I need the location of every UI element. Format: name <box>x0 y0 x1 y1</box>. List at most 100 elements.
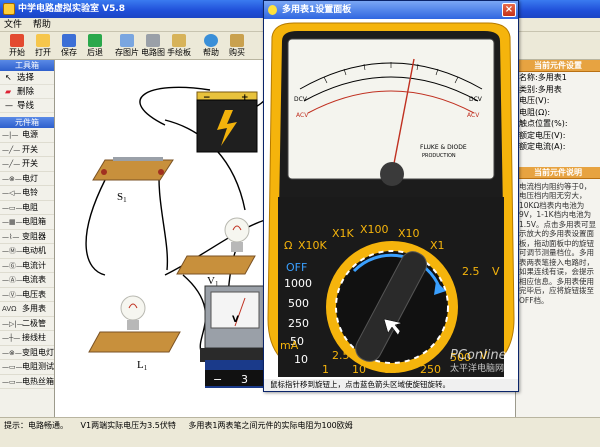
component-item[interactable]: —▷|—二极管 <box>0 317 54 331</box>
svg-text:DCV: DCV <box>469 96 483 103</box>
svg-text:X1: X1 <box>430 239 445 252</box>
component-label: 电灯 <box>22 173 38 183</box>
component-label: 电流计 <box>22 260 46 270</box>
properties-header: 当前元件设置 <box>516 60 600 72</box>
component-item[interactable]: —Ⓜ—电动机 <box>0 244 54 259</box>
property-row: 额定电压(V): <box>516 130 600 142</box>
svg-text:X100: X100 <box>360 223 389 236</box>
component-symbol-icon: AVΩ <box>2 305 17 313</box>
svg-text:X10K: X10K <box>298 239 328 252</box>
l1-label: L1 <box>137 359 148 372</box>
svg-text:2.5: 2.5 <box>462 265 480 278</box>
dialog-hint: 鼠标指针移到旋钮上，点击蓝色箭头区域使旋钮旋转。 <box>264 379 518 391</box>
component-label: 电热丝箱 <box>22 376 54 386</box>
component-item[interactable]: —Ⓖ—电流计 <box>0 259 54 273</box>
component-label: 电压表 <box>22 289 46 299</box>
component-item[interactable]: —▭—电热丝箱 <box>0 375 54 389</box>
save-image-button[interactable]: 存图片 <box>114 34 140 59</box>
svg-text:V: V <box>492 265 500 278</box>
component-item[interactable]: —⊗—电灯 <box>0 172 54 186</box>
svg-text:250: 250 <box>288 317 309 330</box>
back-arrow-icon <box>88 34 102 47</box>
component-symbol-icon: —⊗— <box>2 348 22 357</box>
component-label: 电铃 <box>22 188 38 197</box>
buy-button[interactable]: 购买 <box>224 34 250 59</box>
svg-text:DCV: DCV <box>294 96 308 103</box>
component-symbol-icon: —┼— <box>2 334 21 342</box>
tool-delete[interactable]: ▰ 删除 <box>0 85 54 99</box>
tool-wire[interactable]: — 导线 <box>0 99 54 113</box>
property-row: 名称:多用表1 <box>516 72 600 84</box>
component-label: 开关 <box>22 144 38 154</box>
dialog-titlebar[interactable]: 多用表1设置面板 × <box>264 1 518 19</box>
needle-pivot <box>380 162 404 186</box>
component-item[interactable]: —╱— 开关 <box>0 143 54 157</box>
component-list: —|— 电源 —╱— 开关 —╱— 开关 —⊗—电灯 —◁—电铃 —▭—电阻 —▦—电阻箱 —⌇— 变… <box>0 128 54 389</box>
component-item[interactable]: —◁—电铃 <box>0 186 54 201</box>
component-item[interactable]: —⌇— 变阻器 <box>0 230 54 244</box>
component-label: 二极管 <box>22 318 46 328</box>
s1-label: S1 <box>117 191 127 204</box>
component-item[interactable]: —┼— 接线柱 <box>0 331 54 346</box>
component-symbol-icon: —Ⓥ— <box>2 290 23 299</box>
component-label: 电阻 <box>22 202 38 212</box>
svg-text:Ω: Ω <box>284 239 292 252</box>
component-label: 接线柱 <box>22 333 46 342</box>
component-item[interactable]: —Ⓥ—电压表 <box>0 288 54 302</box>
save-button[interactable]: 保存 <box>56 34 82 59</box>
component-item[interactable]: —⊗—变阻电灯 <box>0 346 54 360</box>
app-title: 中学电路虚拟实验室 V5.8 <box>18 4 126 14</box>
property-key: 额定电压(V): <box>519 130 566 140</box>
voltmeter-terminal-minus: − <box>213 373 222 386</box>
component-item[interactable]: AVΩ 多用表 <box>0 302 54 317</box>
property-value[interactable]: 多用表 <box>538 85 562 94</box>
status-hint: 提示：电路畅通。 <box>4 421 68 430</box>
property-key: 类别: <box>519 84 538 94</box>
component-item[interactable]: —|— 电源 <box>0 128 54 143</box>
component-item[interactable]: —╱— 开关 <box>0 157 54 172</box>
help-button[interactable]: 帮助 <box>198 34 224 59</box>
component-label: 变阻电灯 <box>22 347 54 357</box>
right-panel: 当前元件设置 名称:多用表1 类别:多用表 电压(V): 电阻(Ω): 触点位置(%):… <box>515 60 600 417</box>
property-row: 额定电流(A): <box>516 141 600 153</box>
help-icon <box>204 34 218 47</box>
voltmeter-v1[interactable]: V1 V − 3 <box>200 275 272 388</box>
component-label: 多用表 <box>22 304 46 313</box>
svg-text:500: 500 <box>288 297 309 310</box>
wire[interactable] <box>85 179 106 276</box>
property-value[interactable]: 多用表1 <box>538 73 567 82</box>
description-header: 当前元件说明 <box>516 166 600 179</box>
statusbar: 提示：电路畅通。 V1两端实际电压为3.5伏特 多用表1两表笔之间元件的实际电阻… <box>0 417 600 447</box>
property-key: 触点位置(%): <box>519 119 568 128</box>
property-key: 名称: <box>519 73 538 82</box>
menu-help[interactable]: 帮助 <box>33 20 51 30</box>
component-label: 电流表 <box>22 275 46 284</box>
component-item[interactable]: —▭—电阻测试 <box>0 360 54 375</box>
component-item[interactable]: —▭—电阻 <box>0 201 54 215</box>
close-button[interactable]: × <box>502 3 516 17</box>
menu-file[interactable]: 文件 <box>4 20 22 30</box>
svg-text:ACV: ACV <box>296 112 309 119</box>
switch-s1[interactable]: S1 <box>92 157 174 204</box>
circuit-diagram-button[interactable]: 电路图 <box>140 34 166 59</box>
component-item[interactable]: —Ⓐ—电流表 <box>0 273 54 288</box>
open-button[interactable]: 打开 <box>30 34 56 59</box>
svg-text:10: 10 <box>294 353 308 366</box>
dialog-title: 多用表1设置面板 <box>282 5 352 15</box>
component-item[interactable]: —▦—电阻箱 <box>0 215 54 230</box>
component-symbol-icon: —▷|— <box>2 319 24 328</box>
start-icon <box>10 34 24 47</box>
tool-select[interactable]: ↖ 选择 <box>0 71 54 85</box>
start-button[interactable]: 开始 <box>4 34 30 59</box>
svg-text:mA: mA <box>280 339 299 352</box>
voltmeter-terminal-3: 3 <box>241 373 248 386</box>
battery[interactable]: − + <box>196 91 258 153</box>
component-label: 电源 <box>22 130 38 139</box>
drawing-board-button[interactable]: 手绘板 <box>166 34 192 59</box>
eraser-icon: ▰ <box>5 87 12 96</box>
lamp-l1[interactable]: L1 <box>88 295 181 372</box>
back-button[interactable]: 后退 <box>82 34 108 59</box>
component-box-header: 元件箱 <box>0 117 54 128</box>
component-symbol-icon: —▭— <box>2 363 23 371</box>
multimeter-panel: DCV ACV DCV ACV FLUKE & DIODE PRODUCTION… <box>264 19 518 379</box>
